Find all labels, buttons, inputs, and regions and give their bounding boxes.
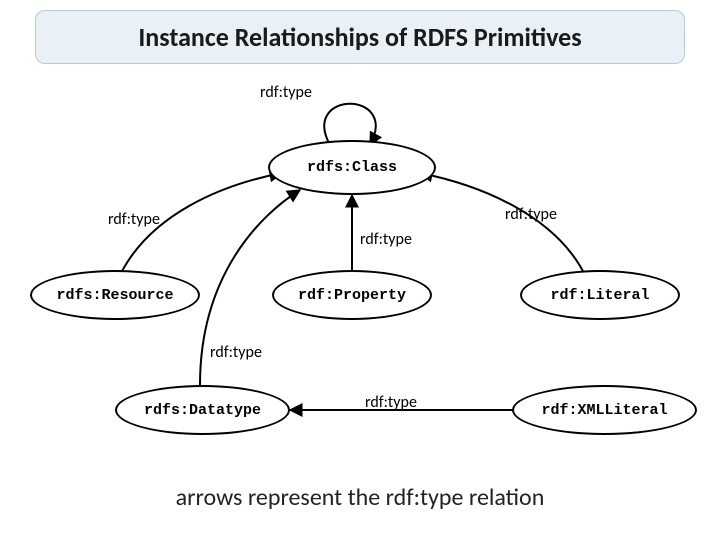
- edge-label-datatype: rdf:type: [210, 343, 262, 362]
- caption: arrows represent the rdf:type relation: [0, 483, 720, 512]
- node-rdf-property: rdf:Property: [272, 270, 432, 320]
- edge-label-selfloop: rdf:type: [260, 83, 312, 102]
- node-label: rdf:Literal: [550, 287, 649, 304]
- node-label: rdfs:Resource: [56, 287, 173, 304]
- title-bar: Instance Relationships of RDFS Primitive…: [35, 10, 685, 64]
- edge-label-literal: rdf:type: [505, 205, 557, 224]
- node-rdfs-class: rdfs:Class: [268, 140, 436, 195]
- node-label: rdf:Property: [298, 287, 406, 304]
- node-rdf-literal: rdf:Literal: [520, 270, 680, 320]
- node-label: rdfs:Datatype: [144, 402, 261, 419]
- edge-label-xmlliteral: rdf:type: [365, 393, 417, 412]
- node-label: rdfs:Class: [307, 159, 397, 176]
- node-rdfs-datatype: rdfs:Datatype: [115, 385, 290, 435]
- edge-class-selfloop: [324, 104, 375, 145]
- edge-label-property: rdf:type: [360, 230, 412, 249]
- node-label: rdf:XMLLiteral: [541, 402, 667, 419]
- node-rdf-xmlliteral: rdf:XMLLiteral: [512, 385, 697, 435]
- edge-label-resource: rdf:type: [108, 210, 160, 229]
- edge-literal-to-class: [420, 173, 585, 275]
- page-title: Instance Relationships of RDFS Primitive…: [56, 21, 664, 53]
- node-rdfs-resource: rdfs:Resource: [30, 270, 200, 320]
- diagram-canvas: rdfs:Class rdfs:Resource rdf:Property rd…: [0, 75, 720, 480]
